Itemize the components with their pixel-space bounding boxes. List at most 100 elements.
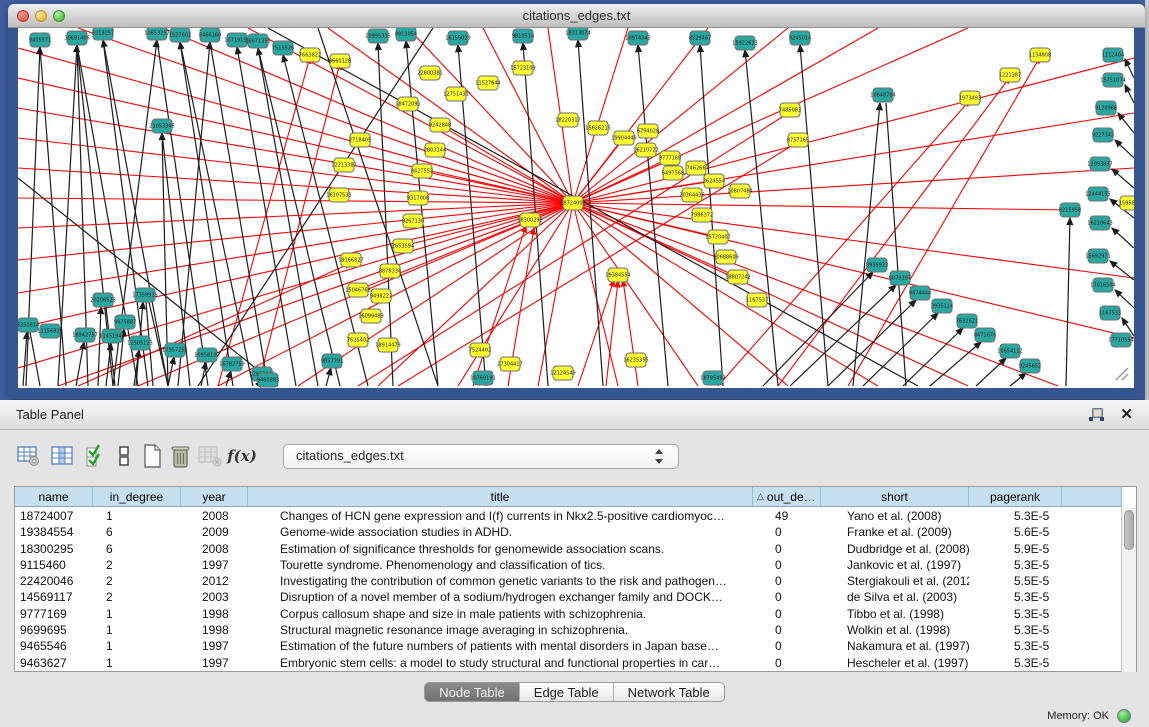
network-edge[interactable]: [408, 28, 573, 203]
network-node[interactable]: 8219257: [92, 28, 114, 40]
network-edge[interactable]: [358, 112, 790, 386]
network-edge[interactable]: [1118, 113, 1134, 133]
network-edge[interactable]: [718, 100, 970, 386]
network-node[interactable]: 8466160: [199, 28, 221, 42]
network-node[interactable]: 9317008: [407, 191, 429, 205]
cell-title[interactable]: Tourette syndrome. Phenomenology and cla…: [248, 557, 753, 573]
cell-out_de…[interactable]: 0: [753, 638, 821, 654]
network-node[interactable]: 9267130: [402, 214, 424, 228]
function-builder-icon[interactable]: f(x): [228, 442, 256, 470]
network-edge[interactable]: [18, 203, 573, 368]
cell-pagerank[interactable]: 5.3E-5: [969, 589, 1062, 605]
cell-in_degree[interactable]: 1: [93, 655, 181, 671]
network-edge[interactable]: [976, 358, 1006, 386]
network-node[interactable]: 9245652: [1019, 359, 1041, 373]
network-edge[interactable]: [573, 28, 968, 203]
network-node[interactable]: 6497568: [662, 166, 684, 180]
network-edge[interactable]: [1115, 140, 1134, 158]
network-node[interactable]: 17957255: [162, 343, 187, 357]
cell-name[interactable]: 18724007: [15, 508, 93, 524]
rows-icon[interactable]: [110, 442, 138, 470]
cell-short[interactable]: Nakamura et al. (1997): [821, 638, 969, 654]
cell-out_de…[interactable]: 0: [753, 655, 821, 671]
cell-in_degree[interactable]: 2: [93, 557, 181, 573]
network-edge[interactable]: [930, 342, 981, 386]
cell-filler[interactable]: [1062, 606, 1122, 622]
select-all-icon[interactable]: [82, 442, 110, 470]
network-node[interactable]: 17710554: [1108, 333, 1133, 347]
cell-name[interactable]: 19384554: [15, 524, 93, 540]
network-node[interactable]: 7485083: [779, 103, 801, 117]
network-node[interactable]: 6879197: [889, 271, 911, 285]
network-node[interactable]: 16235355: [623, 353, 648, 367]
cell-short[interactable]: Franke et al. (2009): [821, 524, 969, 540]
cell-year[interactable]: 1997: [181, 557, 248, 573]
network-node[interactable]: 8938923: [866, 258, 888, 272]
network-edge[interactable]: [903, 328, 963, 386]
network-node[interactable]: 15723109: [510, 61, 535, 75]
network-node[interactable]: 10653257: [144, 28, 169, 40]
network-edge[interactable]: [180, 42, 233, 386]
network-node[interactable]: 8471676: [974, 328, 996, 342]
network-node[interactable]: 10648784: [870, 88, 895, 102]
window-titlebar[interactable]: citations_edges.txt: [8, 4, 1145, 28]
network-node[interactable]: 10769191: [470, 371, 495, 385]
cell-title[interactable]: Investigating the contribution of common…: [248, 573, 753, 589]
cell-out_de…[interactable]: 0: [753, 573, 821, 589]
cell-filler[interactable]: [1062, 655, 1122, 671]
network-edge[interactable]: [1110, 261, 1134, 280]
network-node[interactable]: 20364436: [679, 188, 704, 202]
network-node[interactable]: 18807242: [725, 270, 750, 284]
network-node[interactable]: 9460893: [257, 373, 279, 387]
network-node[interactable]: 18724007: [560, 196, 585, 210]
cell-filler[interactable]: [1062, 541, 1122, 557]
network-node[interactable]: 7625402: [347, 333, 369, 347]
network-node[interactable]: 8427552: [411, 164, 433, 178]
cell-year[interactable]: 2012: [181, 573, 248, 589]
cell-filler[interactable]: [1062, 638, 1122, 654]
cell-year[interactable]: 2008: [181, 508, 248, 524]
cell-out_de…[interactable]: 0: [753, 622, 821, 638]
cell-title[interactable]: Corpus callosum shape and size in male p…: [248, 606, 753, 622]
network-node[interactable]: 7632621: [956, 314, 978, 328]
tab-network-table[interactable]: Network Table: [614, 683, 724, 702]
network-node[interactable]: 10654112: [997, 344, 1022, 358]
network-node[interactable]: 12444155: [1085, 187, 1110, 201]
table-row[interactable]: 1830029562008Estimation of significance …: [15, 541, 1122, 557]
column-header-name[interactable]: name: [15, 487, 93, 507]
network-node[interactable]: 8660128: [329, 54, 351, 68]
network-node[interactable]: 12124549: [550, 366, 575, 380]
network-node[interactable]: 2803144: [424, 143, 446, 157]
cell-out_de…[interactable]: 0: [753, 589, 821, 605]
cell-title[interactable]: Estimation of significance thresholds fo…: [248, 541, 753, 557]
cell-short[interactable]: Hescheler et al. (1997): [821, 655, 969, 671]
cell-in_degree[interactable]: 1: [93, 622, 181, 638]
close-panel-icon[interactable]: ✕: [1120, 405, 1133, 423]
network-node[interactable]: 1527602: [169, 28, 191, 42]
cell-in_degree[interactable]: 1: [93, 638, 181, 654]
network-edge[interactable]: [573, 203, 1070, 210]
column-header-pagerank[interactable]: pagerank: [969, 487, 1062, 507]
cell-title[interactable]: Embryonic stem cells: a model to study s…: [248, 655, 753, 671]
table-settings-icon[interactable]: [14, 442, 42, 470]
network-node[interactable]: 15751074: [1100, 73, 1125, 87]
network-node[interactable]: 7663822: [299, 48, 321, 62]
cell-pagerank[interactable]: 5.3E-5: [969, 655, 1062, 671]
network-node[interactable]: 17016504: [1090, 278, 1115, 292]
cell-filler[interactable]: [1062, 622, 1122, 638]
network-edge[interactable]: [1066, 218, 1070, 386]
cell-short[interactable]: Wolkin et al. (1998): [821, 622, 969, 638]
network-node[interactable]: 9498222: [370, 289, 392, 303]
network-edge[interactable]: [326, 368, 331, 386]
cell-pagerank[interactable]: 5.3E-5: [969, 606, 1062, 622]
network-node[interactable]: 16099489: [358, 309, 383, 323]
network-node[interactable]: 3624554: [703, 174, 725, 188]
cell-year[interactable]: 2009: [181, 524, 248, 540]
network-node[interactable]: 16782759: [219, 357, 244, 371]
network-node[interactable]: 16671355: [245, 34, 270, 48]
network-node[interactable]: 16155029: [445, 31, 470, 45]
network-edge[interactable]: [18, 108, 573, 203]
network-node[interactable]: 8757165: [787, 133, 809, 147]
network-edge[interactable]: [745, 50, 778, 386]
memory-ok-led-icon[interactable]: [1117, 709, 1131, 723]
